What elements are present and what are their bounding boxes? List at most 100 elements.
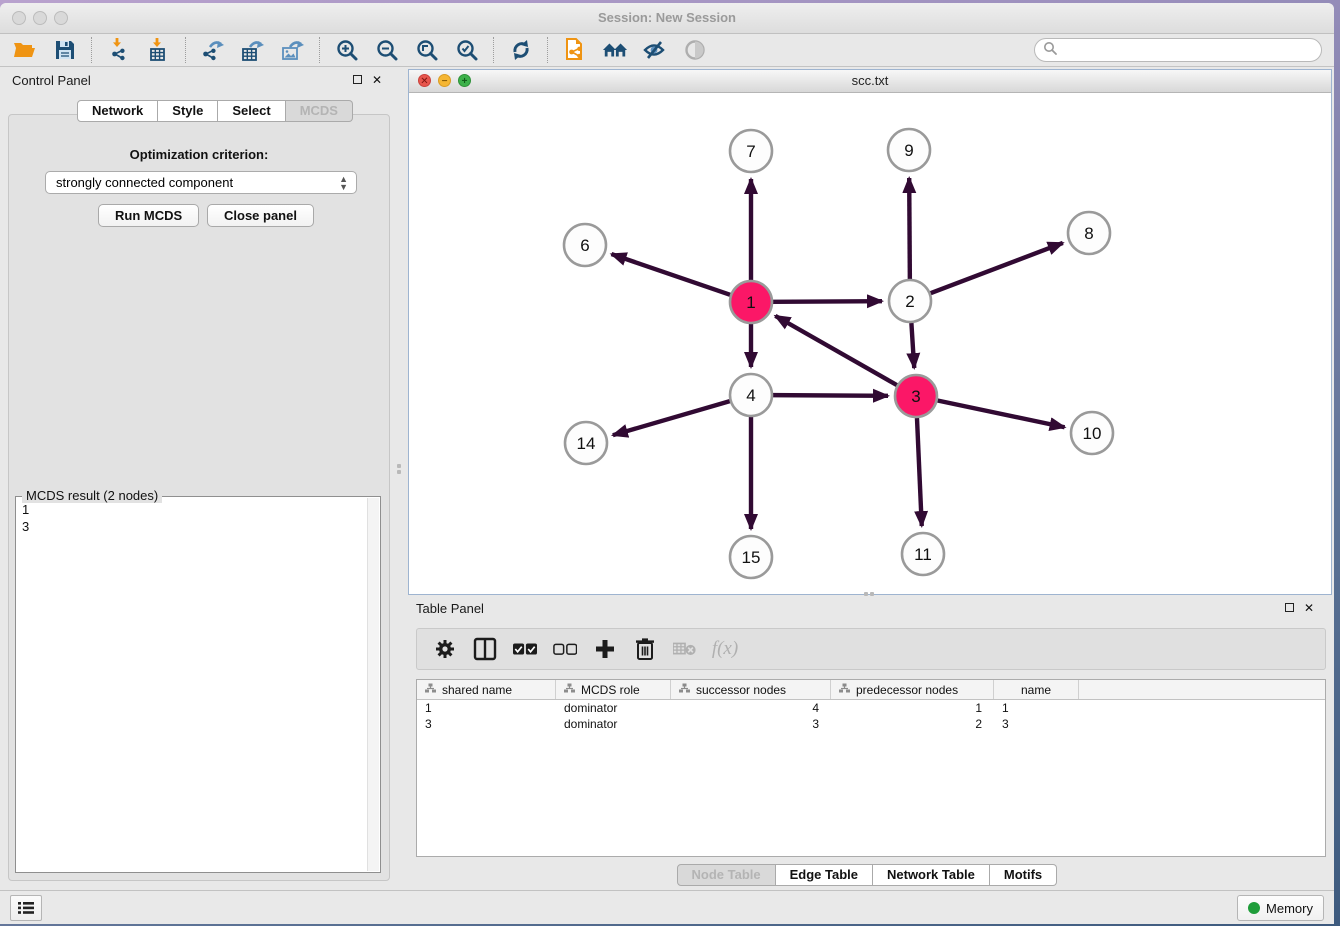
table-row-2[interactable]: 3dominator323 (417, 716, 1325, 732)
tab-style[interactable]: Style (158, 100, 218, 122)
tab-network-table[interactable]: Network Table (873, 864, 990, 886)
node-4[interactable]: 4 (730, 374, 772, 416)
node-table-body: 1dominator4113dominator323 (417, 700, 1325, 732)
table-float-icon[interactable] (1285, 603, 1294, 612)
toolbar-group (549, 37, 721, 63)
result-scrollbar[interactable] (367, 498, 379, 871)
float-panel-icon[interactable] (353, 75, 362, 84)
sort-tree-icon (425, 683, 436, 697)
unselect-all-icon[interactable] (553, 637, 577, 661)
cell-name[interactable]: 1 (994, 701, 1079, 715)
cell-MCDS-role[interactable]: dominator (556, 701, 671, 715)
node-2[interactable]: 2 (889, 280, 931, 322)
open-session-icon[interactable] (12, 37, 38, 63)
home-icon[interactable] (602, 37, 628, 63)
tab-select[interactable]: Select (218, 100, 285, 122)
column-header-shared-name[interactable]: shared name (417, 680, 556, 699)
tab-mcds[interactable]: MCDS (286, 100, 353, 122)
save-session-icon[interactable] (52, 37, 78, 63)
node-14[interactable]: 14 (565, 422, 607, 464)
cell-shared-name[interactable]: 1 (417, 701, 556, 715)
tab-node-table[interactable]: Node Table (677, 864, 776, 886)
node-3[interactable]: 3 (895, 375, 937, 417)
column-header-MCDS-role[interactable]: MCDS role (556, 680, 671, 699)
delete-table-icon[interactable] (673, 637, 697, 661)
memory-button[interactable]: Memory (1237, 895, 1324, 921)
column-header-name[interactable]: name (994, 680, 1079, 699)
list-icon (18, 901, 34, 915)
edge-1-6[interactable] (611, 254, 730, 295)
cell-successor-nodes[interactable]: 3 (671, 717, 831, 731)
edge-3-11[interactable] (917, 418, 922, 526)
edge-2-3[interactable] (911, 323, 914, 368)
node-9[interactable]: 9 (888, 129, 930, 171)
zoom-out-icon[interactable] (374, 37, 400, 63)
node-10[interactable]: 10 (1071, 412, 1113, 454)
toolbar-group (495, 37, 547, 63)
edge-4-14[interactable] (613, 401, 730, 435)
cell-name[interactable]: 3 (994, 717, 1079, 731)
node-15[interactable]: 15 (730, 536, 772, 578)
network-window-title: scc.txt (409, 73, 1331, 88)
cell-predecessor-nodes[interactable]: 2 (831, 717, 994, 731)
task-history-button[interactable] (10, 895, 42, 921)
add-column-icon[interactable] (593, 637, 617, 661)
tab-edge-table[interactable]: Edge Table (776, 864, 873, 886)
clone-network-icon[interactable] (562, 37, 588, 63)
network-canvas[interactable]: 7 9 6 8 1 2 4 3 14 10 15 11 (409, 93, 1331, 595)
node-label: 14 (577, 434, 596, 453)
node-11[interactable]: 11 (902, 533, 944, 575)
export-image-icon[interactable] (280, 37, 306, 63)
cell-MCDS-role[interactable]: dominator (556, 717, 671, 731)
mcds-result-title: MCDS result (2 nodes) (22, 488, 162, 503)
edge-4-3[interactable] (773, 395, 888, 396)
columns-icon[interactable] (473, 637, 497, 661)
status-bar: Memory (0, 890, 1334, 924)
node-7[interactable]: 7 (730, 130, 772, 172)
search-input[interactable] (1057, 40, 1321, 60)
export-table-icon[interactable] (240, 37, 266, 63)
import-network-icon[interactable] (106, 37, 132, 63)
node-label: 15 (742, 548, 761, 567)
cell-shared-name[interactable]: 3 (417, 717, 556, 731)
style-visibility-icon[interactable] (642, 37, 668, 63)
delete-column-icon[interactable] (633, 637, 657, 661)
cell-predecessor-nodes[interactable]: 1 (831, 701, 994, 715)
network-window-titlebar[interactable]: ✕ − + scc.txt (409, 70, 1331, 93)
node-8[interactable]: 8 (1068, 212, 1110, 254)
cell-successor-nodes[interactable]: 4 (671, 701, 831, 715)
edge-3-1[interactable] (775, 316, 897, 385)
edge-2-8[interactable] (931, 243, 1063, 293)
edge-1-2[interactable] (773, 301, 882, 302)
column-header-successor-nodes[interactable]: successor nodes (671, 680, 831, 699)
function-builder-icon[interactable]: f(x) (713, 637, 737, 661)
export-network-icon[interactable] (200, 37, 226, 63)
memory-status-icon (1248, 902, 1260, 914)
edge-2-9[interactable] (909, 178, 910, 279)
search-box[interactable] (1034, 38, 1322, 62)
gear-icon[interactable] (433, 637, 457, 661)
node-1[interactable]: 1 (730, 281, 772, 323)
run-mcds-button[interactable]: Run MCDS (98, 204, 199, 227)
main-toolbar (0, 34, 1334, 67)
tab-motifs[interactable]: Motifs (990, 864, 1057, 886)
close-panel-button[interactable]: Close panel (207, 204, 314, 227)
node-6[interactable]: 6 (564, 224, 606, 266)
criterion-dropdown[interactable]: strongly connected component ▲▼ (45, 171, 357, 194)
zoom-in-icon[interactable] (334, 37, 360, 63)
column-header-predecessor-nodes[interactable]: predecessor nodes (831, 680, 994, 699)
vertical-splitter-handle[interactable] (396, 458, 402, 480)
close-panel-icon[interactable]: ✕ (372, 73, 382, 87)
zoom-fit-icon[interactable] (414, 37, 440, 63)
table-close-icon[interactable]: ✕ (1304, 601, 1314, 615)
table-row-1[interactable]: 1dominator411 (417, 700, 1325, 716)
mcds-result-text[interactable]: 1 3 (22, 501, 380, 535)
import-table-icon[interactable] (146, 37, 172, 63)
column-label: successor nodes (696, 683, 786, 697)
edge-3-10[interactable] (938, 401, 1065, 428)
refresh-layout-icon[interactable] (508, 37, 534, 63)
tab-network[interactable]: Network (77, 100, 158, 122)
show-hide-icon[interactable] (682, 37, 708, 63)
select-all-icon[interactable] (513, 637, 537, 661)
zoom-selected-icon[interactable] (454, 37, 480, 63)
